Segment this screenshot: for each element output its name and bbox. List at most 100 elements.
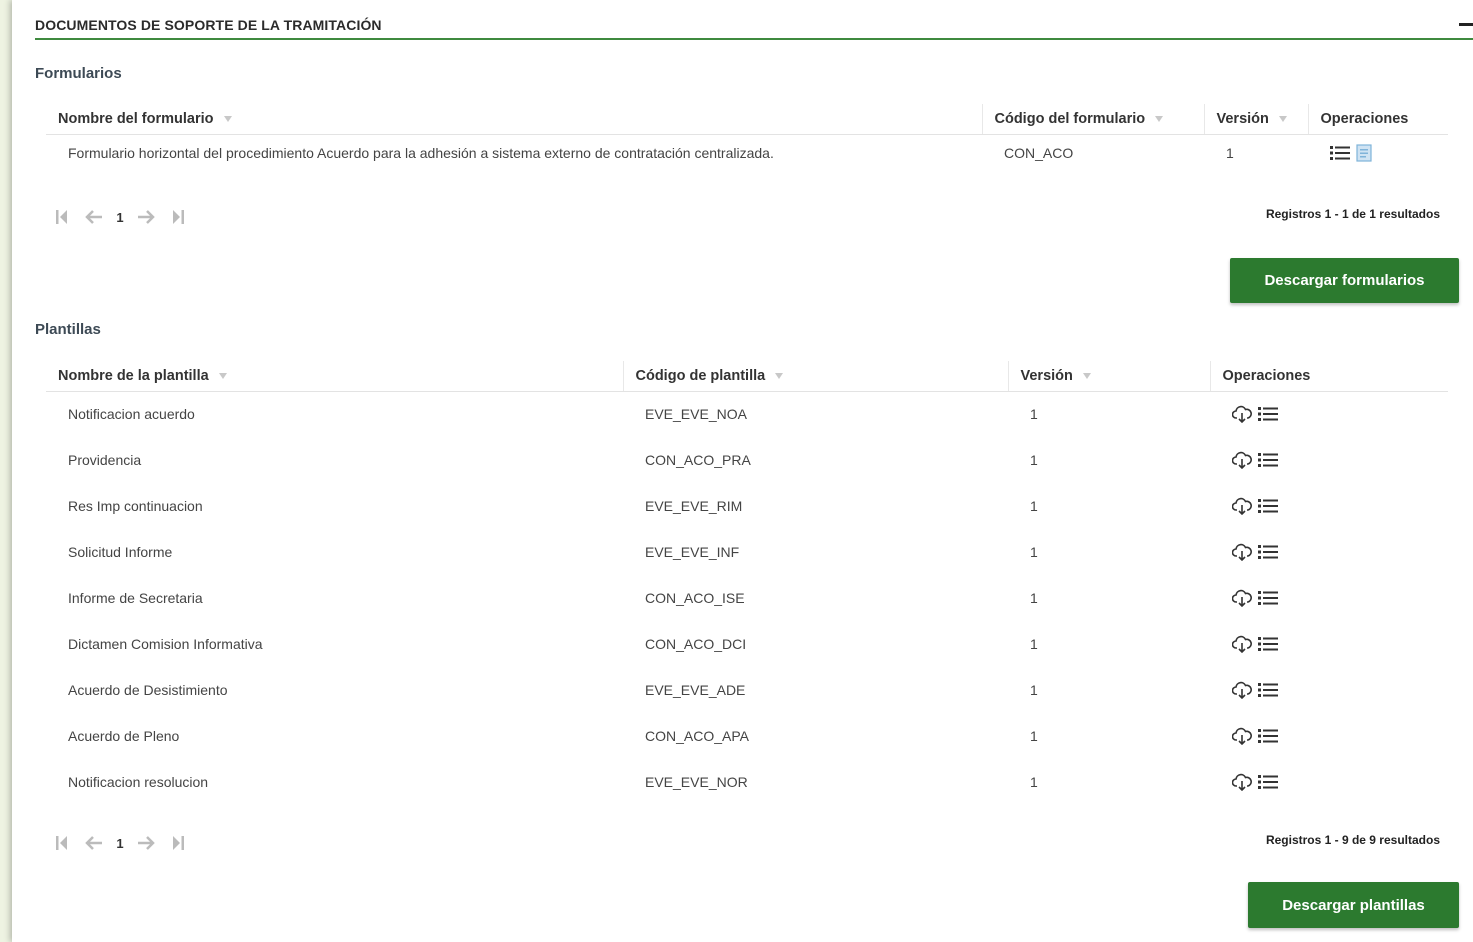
- plantilla-code: EVE_EVE_ADE: [645, 682, 746, 698]
- table-row: Notificacion acuerdo EVE_EVE_NOA 1: [46, 391, 1448, 437]
- plantilla-name: Dictamen Comision Informativa: [68, 636, 263, 652]
- col-header-operaciones: Operaciones: [1210, 361, 1448, 392]
- table-row: Notificacion resolucion EVE_EVE_NOR 1: [46, 759, 1448, 805]
- col-header-nombre-plantilla[interactable]: Nombre de la plantilla: [46, 361, 624, 392]
- sort-caret-icon[interactable]: [1082, 372, 1091, 379]
- plantilla-version: 1: [1030, 636, 1038, 652]
- plantilla-operations: [1232, 681, 1448, 699]
- list-icon[interactable]: [1258, 406, 1278, 422]
- page-number[interactable]: 1: [110, 210, 130, 225]
- plantilla-code: EVE_EVE_INF: [645, 544, 740, 560]
- formulario-name: Formulario horizontal del procedimiento …: [68, 145, 774, 162]
- plantilla-version: 1: [1030, 544, 1038, 560]
- plantilla-version: 1: [1030, 774, 1038, 790]
- first-page-icon[interactable]: [46, 207, 78, 227]
- page-number[interactable]: 1: [110, 836, 130, 851]
- table-row: Acuerdo de Pleno CON_ACO_APA 1: [46, 713, 1448, 759]
- list-icon[interactable]: [1258, 774, 1278, 790]
- cloud-download-icon[interactable]: [1232, 405, 1252, 424]
- plantilla-version: 1: [1030, 590, 1038, 606]
- plantilla-version: 1: [1030, 498, 1038, 514]
- sort-caret-icon[interactable]: [1155, 115, 1164, 122]
- plantilla-code: CON_ACO_PRA: [645, 452, 751, 468]
- prev-page-icon[interactable]: [78, 207, 110, 227]
- documents-panel: DOCUMENTOS DE SOPORTE DE LA TRAMITACIÓN …: [12, 0, 1473, 942]
- plantilla-operations: [1232, 635, 1448, 653]
- table-row: Providencia CON_ACO_PRA 1: [46, 437, 1448, 483]
- list-icon[interactable]: [1258, 590, 1278, 606]
- plantilla-version: 1: [1030, 452, 1038, 468]
- prev-page-icon[interactable]: [78, 833, 110, 853]
- formularios-records: Registros 1 - 1 de 1 resultados: [1265, 207, 1440, 221]
- plantilla-name: Providencia: [68, 452, 142, 468]
- table-row: Informe de Secretaria CON_ACO_ISE 1: [46, 575, 1448, 621]
- plantilla-name: Acuerdo de Pleno: [68, 728, 180, 744]
- table-row: Formulario horizontal del procedimiento …: [46, 134, 1448, 172]
- list-icon[interactable]: [1258, 544, 1278, 560]
- document-icon[interactable]: [1356, 144, 1374, 162]
- cloud-download-icon[interactable]: [1232, 773, 1252, 791]
- col-header-version[interactable]: Versión: [1008, 361, 1211, 392]
- plantillas-title: Plantillas: [35, 321, 101, 338]
- table-row: Res Imp continuacion EVE_EVE_RIM 1: [46, 483, 1448, 529]
- last-page-icon[interactable]: [162, 833, 194, 853]
- plantilla-operations: [1232, 405, 1448, 424]
- sort-caret-icon[interactable]: [223, 115, 232, 122]
- plantilla-operations: [1232, 773, 1448, 791]
- cloud-download-icon[interactable]: [1232, 543, 1252, 561]
- descargar-plantillas-button[interactable]: Descargar plantillas: [1248, 882, 1459, 928]
- next-page-icon[interactable]: [130, 207, 162, 227]
- col-header-codigo-formulario[interactable]: Código del formulario: [982, 104, 1205, 135]
- plantillas-header-row: Nombre de la plantilla Código de plantil…: [46, 361, 1448, 392]
- cloud-download-icon[interactable]: [1232, 727, 1252, 745]
- plantilla-version: 1: [1030, 728, 1038, 744]
- plantilla-operations: [1232, 451, 1448, 469]
- plantillas-table: Nombre de la plantilla Código de plantil…: [46, 361, 1448, 805]
- plantilla-name: Res Imp continuacion: [68, 498, 203, 514]
- plantilla-code: CON_ACO_ISE: [645, 590, 745, 606]
- plantilla-name: Notificacion acuerdo: [68, 406, 195, 423]
- list-icon[interactable]: [1258, 728, 1278, 744]
- formularios-title: Formularios: [35, 65, 122, 82]
- first-page-icon[interactable]: [46, 833, 78, 853]
- plantilla-version: 1: [1030, 682, 1038, 698]
- plantilla-code: EVE_EVE_RIM: [645, 498, 743, 514]
- plantilla-version: 1: [1030, 406, 1038, 423]
- list-icon[interactable]: [1258, 682, 1278, 698]
- collapse-icon[interactable]: [1459, 23, 1473, 26]
- col-header-codigo-plantilla[interactable]: Código de plantilla: [623, 361, 1009, 392]
- cloud-download-icon[interactable]: [1232, 589, 1252, 607]
- formulario-operations: [1330, 144, 1448, 162]
- plantilla-operations: [1232, 589, 1448, 607]
- list-icon[interactable]: [1330, 145, 1350, 161]
- plantilla-operations: [1232, 727, 1448, 745]
- plantilla-code: EVE_EVE_NOR: [645, 774, 748, 790]
- list-icon[interactable]: [1258, 498, 1278, 514]
- col-header-version[interactable]: Versión: [1204, 104, 1309, 135]
- cloud-download-icon[interactable]: [1232, 497, 1252, 515]
- cloud-download-icon[interactable]: [1232, 451, 1252, 469]
- col-header-nombre-formulario[interactable]: Nombre del formulario: [46, 104, 983, 135]
- section-header: DOCUMENTOS DE SOPORTE DE LA TRAMITACIÓN: [35, 10, 1473, 40]
- plantilla-operations: [1232, 543, 1448, 561]
- list-icon[interactable]: [1258, 452, 1278, 468]
- cloud-download-icon[interactable]: [1232, 681, 1252, 699]
- plantilla-operations: [1232, 497, 1448, 515]
- sort-caret-icon[interactable]: [218, 372, 227, 379]
- next-page-icon[interactable]: [130, 833, 162, 853]
- last-page-icon[interactable]: [162, 207, 194, 227]
- plantilla-code: CON_ACO_DCI: [645, 636, 747, 652]
- plantillas-pager: 1: [46, 833, 194, 853]
- formularios-table: Nombre del formulario Código del formula…: [46, 104, 1448, 172]
- table-row: Solicitud Informe EVE_EVE_INF 1: [46, 529, 1448, 575]
- section-title: DOCUMENTOS DE SOPORTE DE LA TRAMITACIÓN: [35, 17, 382, 33]
- descargar-formularios-button[interactable]: Descargar formularios: [1230, 258, 1459, 303]
- sort-caret-icon[interactable]: [775, 372, 784, 379]
- table-row: Acuerdo de Desistimiento EVE_EVE_ADE 1: [46, 667, 1448, 713]
- table-row: Dictamen Comision Informativa CON_ACO_DCI…: [46, 621, 1448, 667]
- plantilla-name: Notificacion resolucion: [68, 774, 209, 790]
- sort-caret-icon[interactable]: [1278, 115, 1287, 122]
- plantilla-code: EVE_EVE_NOA: [645, 406, 747, 423]
- cloud-download-icon[interactable]: [1232, 635, 1252, 653]
- list-icon[interactable]: [1258, 636, 1278, 652]
